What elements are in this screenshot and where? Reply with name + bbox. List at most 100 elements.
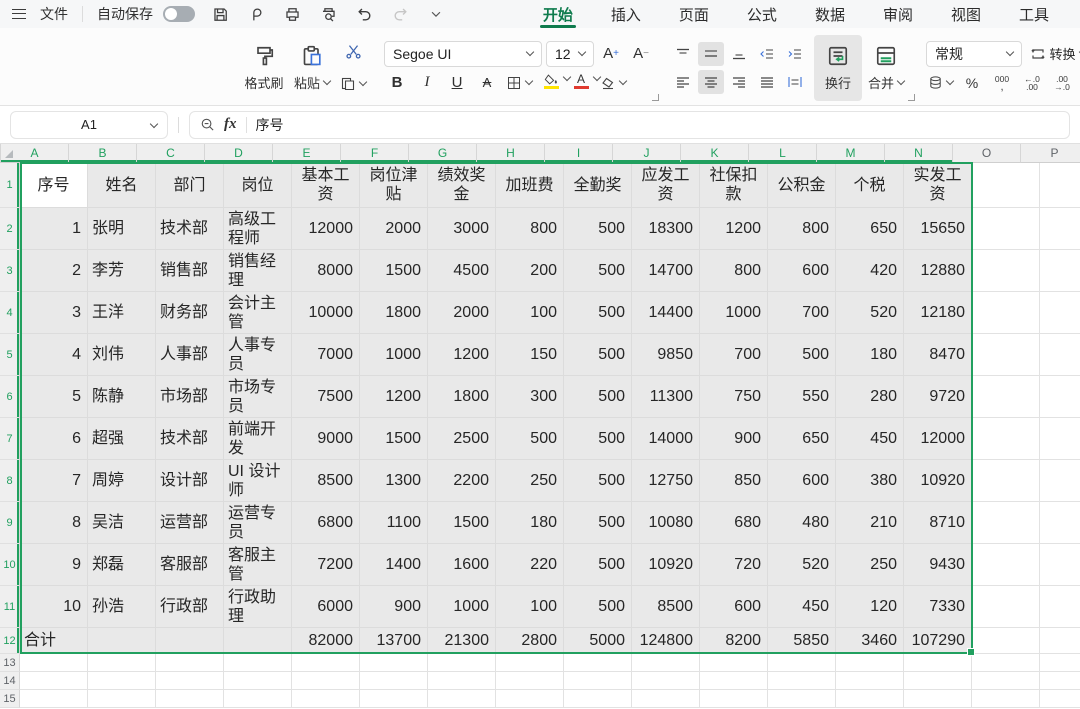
align-right-button[interactable] [726, 70, 752, 94]
cell-N6[interactable]: 9720 [904, 376, 972, 418]
justify-button[interactable] [754, 70, 780, 94]
cell-H10[interactable]: 220 [496, 544, 564, 586]
cell-M9[interactable]: 210 [836, 502, 904, 544]
cell-E1[interactable]: 基本工 资 [292, 163, 360, 208]
cell-H15[interactable] [496, 690, 564, 708]
cell-K10[interactable]: 720 [700, 544, 768, 586]
column-header-O[interactable]: O [953, 144, 1021, 163]
align-middle-button[interactable] [698, 42, 724, 66]
cell-D8[interactable]: UI 设计 师 [224, 460, 292, 502]
cell-L3[interactable]: 600 [768, 250, 836, 292]
cell-N7[interactable]: 12000 [904, 418, 972, 460]
cell-A2[interactable]: 1 [20, 208, 88, 250]
cell-J7[interactable]: 14000 [632, 418, 700, 460]
cell-F9[interactable]: 1100 [360, 502, 428, 544]
number-format-select[interactable]: 常规 [926, 41, 1022, 67]
cell-H8[interactable]: 250 [496, 460, 564, 502]
cell-P15[interactable] [1040, 690, 1080, 708]
cell-G5[interactable]: 1200 [428, 334, 496, 376]
cell-M7[interactable]: 450 [836, 418, 904, 460]
cell-A4[interactable]: 3 [20, 292, 88, 334]
cell-F7[interactable]: 1500 [360, 418, 428, 460]
align-bottom-button[interactable] [726, 42, 752, 66]
cell-K14[interactable] [700, 672, 768, 690]
row-header-13[interactable]: 13 [0, 654, 20, 672]
cell-G7[interactable]: 2500 [428, 418, 496, 460]
name-box[interactable]: A1 [10, 111, 168, 139]
cell-I11[interactable]: 500 [564, 586, 632, 628]
cell-J2[interactable]: 18300 [632, 208, 700, 250]
column-header-C[interactable]: C [137, 144, 205, 163]
cell-D14[interactable] [224, 672, 292, 690]
column-header-H[interactable]: H [477, 144, 545, 163]
alignment-dialog-launcher[interactable] [908, 94, 915, 101]
tab-formulas[interactable]: 公式 [728, 0, 796, 28]
wrap-text-button[interactable]: 换行 [814, 35, 862, 101]
column-header-E[interactable]: E [273, 144, 341, 163]
cell-E15[interactable] [292, 690, 360, 708]
redo-icon[interactable] [389, 3, 411, 25]
italic-button[interactable]: I [414, 71, 440, 95]
cell-P3[interactable] [1040, 250, 1080, 292]
cell-E12[interactable]: 82000 [292, 628, 360, 654]
cell-O15[interactable] [972, 690, 1040, 708]
cell-C8[interactable]: 设计部 [156, 460, 224, 502]
cell-O3[interactable] [972, 250, 1040, 292]
cell-B10[interactable]: 郑磊 [88, 544, 156, 586]
column-header-G[interactable]: G [409, 144, 477, 163]
cell-A7[interactable]: 6 [20, 418, 88, 460]
cell-N11[interactable]: 7330 [904, 586, 972, 628]
cell-M12[interactable]: 3460 [836, 628, 904, 654]
cell-K4[interactable]: 1000 [700, 292, 768, 334]
cell-E11[interactable]: 6000 [292, 586, 360, 628]
cell-F6[interactable]: 1200 [360, 376, 428, 418]
cell-I3[interactable]: 500 [564, 250, 632, 292]
tab-page[interactable]: 页面 [660, 0, 728, 28]
cell-O5[interactable] [972, 334, 1040, 376]
cell-K6[interactable]: 750 [700, 376, 768, 418]
cell-H5[interactable]: 150 [496, 334, 564, 376]
decrease-indent-button[interactable] [754, 42, 780, 66]
row-header-1[interactable]: 1 [0, 163, 20, 208]
cell-E4[interactable]: 10000 [292, 292, 360, 334]
cell-O9[interactable] [972, 502, 1040, 544]
cell-P5[interactable] [1040, 334, 1080, 376]
cell-L6[interactable]: 550 [768, 376, 836, 418]
cell-O6[interactable] [972, 376, 1040, 418]
font-size-select[interactable]: 12 [546, 41, 594, 67]
cell-B6[interactable]: 陈静 [88, 376, 156, 418]
tab-home[interactable]: 开始 [524, 0, 592, 28]
column-header-K[interactable]: K [681, 144, 749, 163]
column-header-P[interactable]: P [1021, 144, 1080, 163]
fx-icon[interactable]: fx [224, 116, 237, 133]
cell-N8[interactable]: 10920 [904, 460, 972, 502]
cell-N15[interactable] [904, 690, 972, 708]
row-header-4[interactable]: 4 [0, 292, 20, 334]
cell-I10[interactable]: 500 [564, 544, 632, 586]
cell-N2[interactable]: 15650 [904, 208, 972, 250]
cell-B11[interactable]: 孙浩 [88, 586, 156, 628]
cell-J9[interactable]: 10080 [632, 502, 700, 544]
column-header-J[interactable]: J [613, 144, 681, 163]
cell-L7[interactable]: 650 [768, 418, 836, 460]
autosave-toggle[interactable] [163, 6, 195, 22]
row-header-10[interactable]: 10 [0, 544, 20, 586]
merge-cells-button[interactable]: 合并 [862, 35, 910, 101]
cell-A11[interactable]: 10 [20, 586, 88, 628]
cell-C12[interactable] [156, 628, 224, 654]
cut-button[interactable] [338, 40, 368, 64]
cell-N5[interactable]: 8470 [904, 334, 972, 376]
format-painter-button[interactable]: 格式刷 [240, 35, 288, 101]
cell-P1[interactable] [1040, 163, 1080, 208]
cell-M2[interactable]: 650 [836, 208, 904, 250]
cell-L1[interactable]: 公积金 [768, 163, 836, 208]
cell-F8[interactable]: 1300 [360, 460, 428, 502]
cell-P10[interactable] [1040, 544, 1080, 586]
cell-A13[interactable] [20, 654, 88, 672]
cell-D11[interactable]: 行政助 理 [224, 586, 292, 628]
cell-D13[interactable] [224, 654, 292, 672]
cell-H2[interactable]: 800 [496, 208, 564, 250]
cell-I13[interactable] [564, 654, 632, 672]
save-icon[interactable] [209, 3, 231, 25]
cell-H14[interactable] [496, 672, 564, 690]
